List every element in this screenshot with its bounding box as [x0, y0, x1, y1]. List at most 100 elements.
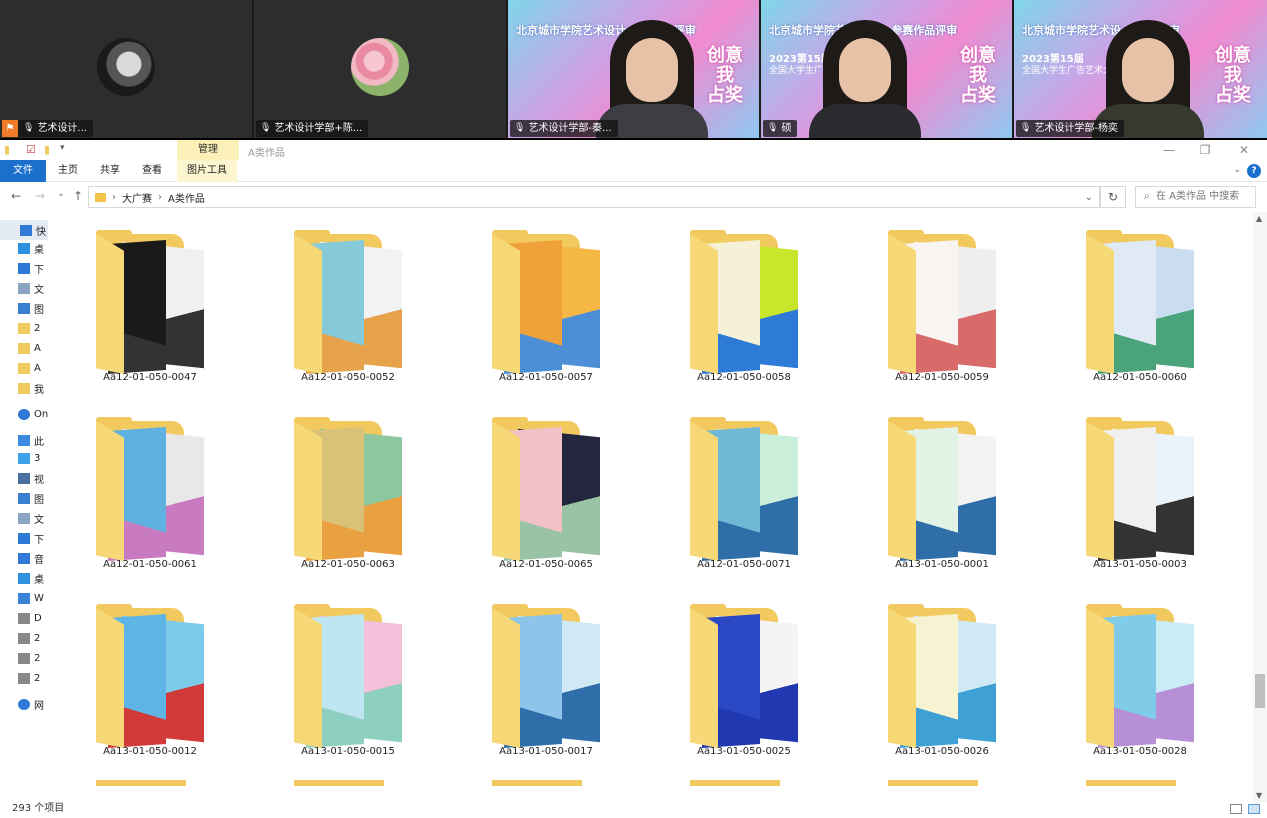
participant-tile-1[interactable]: ⚑ 🎙 艺术设计...	[0, 0, 252, 138]
cloud-icon	[18, 408, 30, 420]
sidebar-item[interactable]: 图	[18, 488, 44, 508]
folder-item[interactable]: Aa13-01-050-0015	[258, 594, 408, 774]
maximize-button[interactable]: ❐	[1198, 143, 1212, 157]
sidebar-item[interactable]: 桌	[18, 238, 44, 258]
sidebar-item[interactable]: 3	[18, 448, 40, 468]
search-input[interactable]: ⌕ 在 A类作品 中搜索	[1135, 186, 1256, 208]
help-icon[interactable]: ?	[1247, 164, 1261, 178]
sidebar-item[interactable]: 我	[18, 378, 44, 398]
participant-name: 硕	[781, 123, 792, 134]
folder-item[interactable]: Aa12-01-050-0059	[852, 220, 1002, 400]
breadcrumb-item[interactable]: 大广赛	[122, 190, 152, 205]
participant-name: 艺术设计...	[37, 123, 87, 134]
sidebar-item[interactable]: D	[18, 608, 42, 628]
sidebar-item[interactable]: 音	[18, 548, 44, 568]
sidebar-item-label: 下	[34, 534, 44, 546]
tab-view[interactable]: 查看	[132, 160, 172, 182]
folder-name: Aa12-01-050-0061	[103, 559, 197, 570]
details-view-icon[interactable]	[1230, 804, 1242, 814]
scroll-up-icon[interactable]: ▲	[1256, 214, 1262, 223]
folder-item[interactable]: Aa12-01-050-0065	[456, 407, 606, 587]
folder-name: Aa13-01-050-0001	[895, 559, 989, 570]
folder-thumbnail-icon[interactable]	[1086, 780, 1176, 786]
sidebar-item[interactable]: A	[18, 338, 41, 358]
close-button[interactable]: ✕	[1237, 143, 1251, 157]
breadcrumb-item[interactable]: A类作品	[168, 190, 205, 205]
folder-item[interactable]: Aa13-01-050-0025	[654, 594, 804, 774]
sidebar-item[interactable]: 此	[18, 430, 44, 450]
folder-item[interactable]: Aa12-01-050-0063	[258, 407, 408, 587]
folder-item[interactable]: Aa13-01-050-0001	[852, 407, 1002, 587]
sidebar-item[interactable]: 2	[18, 668, 40, 688]
participant-tile-3[interactable]: 北京城市学院艺术设计… 赛作品评审 创意我占奖 🎙 艺术设计学部-秦...	[508, 0, 759, 138]
participant-tile-2[interactable]: 🎙 艺术设计学部+陈...	[254, 0, 506, 138]
chevron-down-icon[interactable]: ⌄	[1085, 192, 1093, 203]
window-title: A类作品	[248, 148, 285, 159]
sidebar-item[interactable]: 桌	[18, 568, 44, 588]
recent-locations-icon[interactable]: ⌄	[53, 189, 69, 199]
participant-tile-5[interactable]: 北京城市学院艺术设… 作品评审 2023第15届 全国大学生广告艺术大 创意我占…	[1014, 0, 1267, 138]
ribbon-expand-icon[interactable]: ⌄	[1233, 165, 1241, 175]
sidebar-item[interactable]: On	[18, 404, 48, 424]
sidebar-item[interactable]: 视	[18, 468, 44, 488]
folder-thumbnail-icon[interactable]	[492, 780, 582, 786]
new-folder-icon[interactable]: ▮	[44, 143, 50, 156]
folder-item[interactable]: Aa13-01-050-0003	[1050, 407, 1200, 587]
scroll-down-icon[interactable]: ▼	[1256, 791, 1262, 800]
cube-icon	[18, 452, 30, 464]
sidebar-item[interactable]: 2	[18, 648, 40, 668]
folder-item[interactable]: Aa13-01-050-0017	[456, 594, 606, 774]
sidebar-item[interactable]: 网	[18, 694, 44, 714]
folder-item[interactable]: Aa12-01-050-0058	[654, 220, 804, 400]
quick-access-dropdown-icon[interactable]: ▾	[60, 143, 65, 153]
folder-name: Aa13-01-050-0015	[301, 746, 395, 757]
music-icon	[18, 552, 30, 564]
sidebar-item[interactable]: W	[18, 588, 44, 608]
properties-icon[interactable]: ☑	[26, 143, 36, 156]
forward-arrow-icon[interactable]: →	[32, 189, 48, 203]
sidebar-item-label: 音	[34, 554, 44, 566]
folder-name: Aa12-01-050-0065	[499, 559, 593, 570]
folder-item[interactable]: Aa12-01-050-0052	[258, 220, 408, 400]
tab-share[interactable]: 共享	[90, 160, 130, 182]
folder-item[interactable]: Aa13-01-050-0028	[1050, 594, 1200, 774]
tab-picture-tools[interactable]: 图片工具	[177, 160, 237, 182]
participant-tile-4[interactable]: 北京城市学院艺术设计 - 参赛作品评审 2023第15届 全国大学生广告艺术大 …	[761, 0, 1012, 138]
folder-thumbnail-icon	[492, 417, 602, 562]
folder-item[interactable]: Aa12-01-050-0047	[60, 220, 210, 400]
sidebar-item[interactable]: 图	[18, 298, 44, 318]
drive-icon	[18, 632, 30, 644]
minimize-button[interactable]: —	[1162, 143, 1176, 157]
sidebar-item[interactable]: 下	[18, 528, 44, 548]
large-icons-view-icon[interactable]	[1248, 804, 1260, 814]
sidebar-item[interactable]: 下	[18, 258, 44, 278]
sidebar-item[interactable]: 快	[0, 220, 48, 240]
vertical-scrollbar[interactable]: ▲ ▼	[1253, 212, 1267, 802]
sidebar-item[interactable]: 文	[18, 508, 44, 528]
folder-thumbnail-icon[interactable]	[888, 780, 978, 786]
folder-thumbnail-icon[interactable]	[690, 780, 780, 786]
microphone-icon: 🎙	[767, 123, 779, 133]
video-icon	[18, 472, 30, 484]
contest-logo: 创意我 占奖	[1215, 45, 1251, 106]
address-bar[interactable]: › 大广赛 › A类作品 ⌄	[88, 186, 1100, 208]
up-arrow-icon[interactable]: ↑	[70, 189, 86, 203]
folder-item[interactable]: Aa12-01-050-0071	[654, 407, 804, 587]
folder-item[interactable]: Aa12-01-050-0060	[1050, 220, 1200, 400]
refresh-button[interactable]: ↻	[1100, 186, 1126, 208]
folder-item[interactable]: Aa12-01-050-0057	[456, 220, 606, 400]
sidebar-item-label: 我	[34, 384, 44, 396]
folder-item[interactable]: Aa13-01-050-0012	[60, 594, 210, 774]
folder-thumbnail-icon[interactable]	[96, 780, 186, 786]
tab-file[interactable]: 文件	[0, 160, 46, 182]
sidebar-item[interactable]: 文	[18, 278, 44, 298]
scrollbar-thumb[interactable]	[1255, 674, 1265, 708]
tab-home[interactable]: 主页	[48, 160, 88, 182]
sidebar-item[interactable]: A	[18, 358, 41, 378]
sidebar-item[interactable]: 2	[18, 628, 40, 648]
folder-item[interactable]: Aa12-01-050-0061	[60, 407, 210, 587]
folder-thumbnail-icon[interactable]	[294, 780, 384, 786]
back-arrow-icon[interactable]: ←	[8, 189, 24, 203]
sidebar-item[interactable]: 2	[18, 318, 40, 338]
folder-item[interactable]: Aa13-01-050-0026	[852, 594, 1002, 774]
